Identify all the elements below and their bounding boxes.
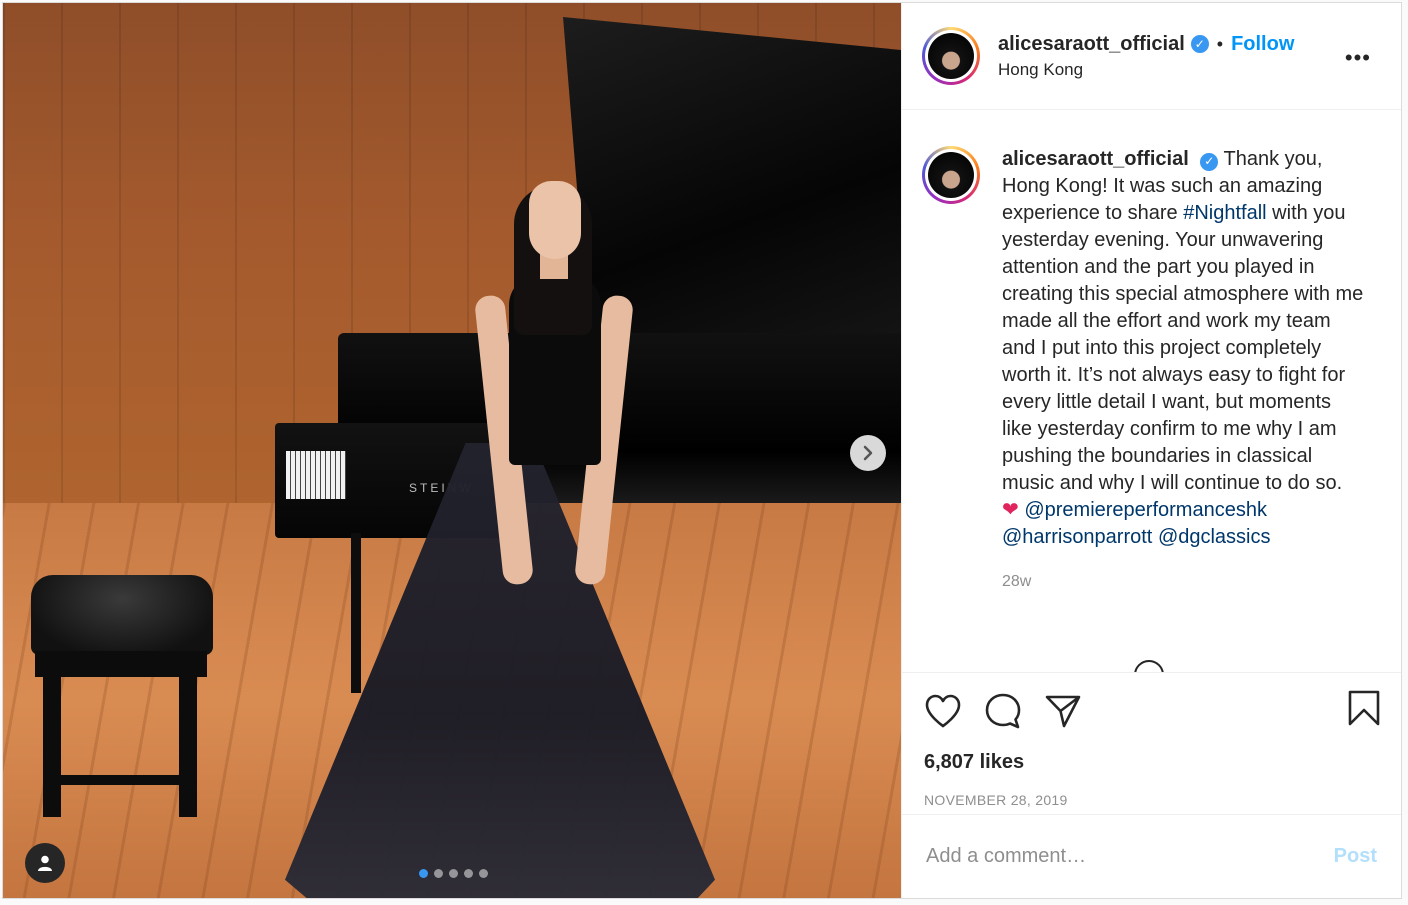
comment-box: Post (902, 814, 1401, 898)
post-container: STEINW alicesaraott_official ✓ • Follow … (2, 2, 1402, 899)
likes-count[interactable]: 6,807 likes (924, 751, 1381, 774)
verified-icon: ✓ (1190, 35, 1209, 53)
avatar[interactable] (928, 152, 974, 198)
action-bar: 6,807 likes NOVEMBER 28, 2019 (902, 672, 1401, 814)
more-options-icon[interactable]: ••• (1345, 47, 1371, 69)
comment-icon[interactable] (984, 692, 1022, 730)
piano-leg (351, 533, 361, 693)
post-date[interactable]: NOVEMBER 28, 2019 (924, 792, 1381, 808)
story-ring[interactable] (922, 146, 980, 204)
comment-input[interactable] (924, 844, 1334, 869)
comments-area: alicesaraott_official ✓ Thank you, Hong … (902, 110, 1401, 672)
post-sidebar: alicesaraott_official ✓ • Follow Hong Ko… (901, 3, 1401, 898)
hashtag-link[interactable]: #Nightfall (1183, 202, 1266, 224)
user-icon (38, 855, 52, 871)
load-more-comments-icon[interactable] (1134, 660, 1164, 672)
piano-bench-leg (43, 675, 61, 817)
chevron-right-icon (863, 445, 873, 461)
header-text: alicesaraott_official ✓ • Follow Hong Ko… (998, 33, 1294, 80)
carousel-dot (434, 869, 443, 878)
follow-button[interactable]: Follow (1231, 33, 1294, 56)
caption-body-continued: with you yesterday evening. Your unwaver… (1002, 202, 1364, 494)
carousel-dot (449, 869, 458, 878)
piano-keys (286, 451, 346, 499)
carousel-indicator (419, 869, 488, 878)
post-comment-button[interactable]: Post (1334, 845, 1377, 868)
username-link[interactable]: alicesaraott_official (998, 33, 1185, 56)
heart-icon[interactable] (924, 693, 962, 729)
share-icon[interactable] (1044, 693, 1082, 729)
caption-username-link[interactable]: alicesaraott_official (1002, 148, 1189, 170)
carousel-dot (419, 869, 428, 878)
piano-bench-leg (179, 675, 197, 817)
piano-bench-bar (43, 775, 197, 785)
pianist-face (529, 181, 581, 259)
post-header: alicesaraott_official ✓ • Follow Hong Ko… (902, 3, 1401, 110)
piano-bench-seat (31, 575, 213, 655)
bookmark-icon[interactable] (1347, 689, 1381, 727)
mention-link[interactable]: @dgclassics (1158, 526, 1271, 548)
carousel-dot (464, 869, 473, 878)
location-link[interactable]: Hong Kong (998, 60, 1294, 80)
carousel-next-button[interactable] (850, 435, 886, 471)
caption-timestamp[interactable]: 28w (1002, 573, 1381, 591)
caption: alicesaraott_official ✓ Thank you, Hong … (922, 146, 1381, 551)
carousel-dot (479, 869, 488, 878)
verified-icon: ✓ (1200, 152, 1219, 171)
post-photo[interactable]: STEINW (3, 3, 901, 898)
tagged-users-button[interactable] (25, 843, 65, 883)
mention-link[interactable]: @premiereperformanceshk (1024, 499, 1267, 521)
separator: • (1216, 33, 1224, 54)
story-ring[interactable] (922, 27, 980, 85)
piano-bench-frame (35, 651, 207, 677)
caption-text: alicesaraott_official ✓ Thank you, Hong … (1002, 146, 1366, 551)
mention-link[interactable]: @harrisonparrott (1002, 526, 1152, 548)
avatar[interactable] (928, 33, 974, 79)
heart-emoji: ❤ (1002, 499, 1019, 521)
